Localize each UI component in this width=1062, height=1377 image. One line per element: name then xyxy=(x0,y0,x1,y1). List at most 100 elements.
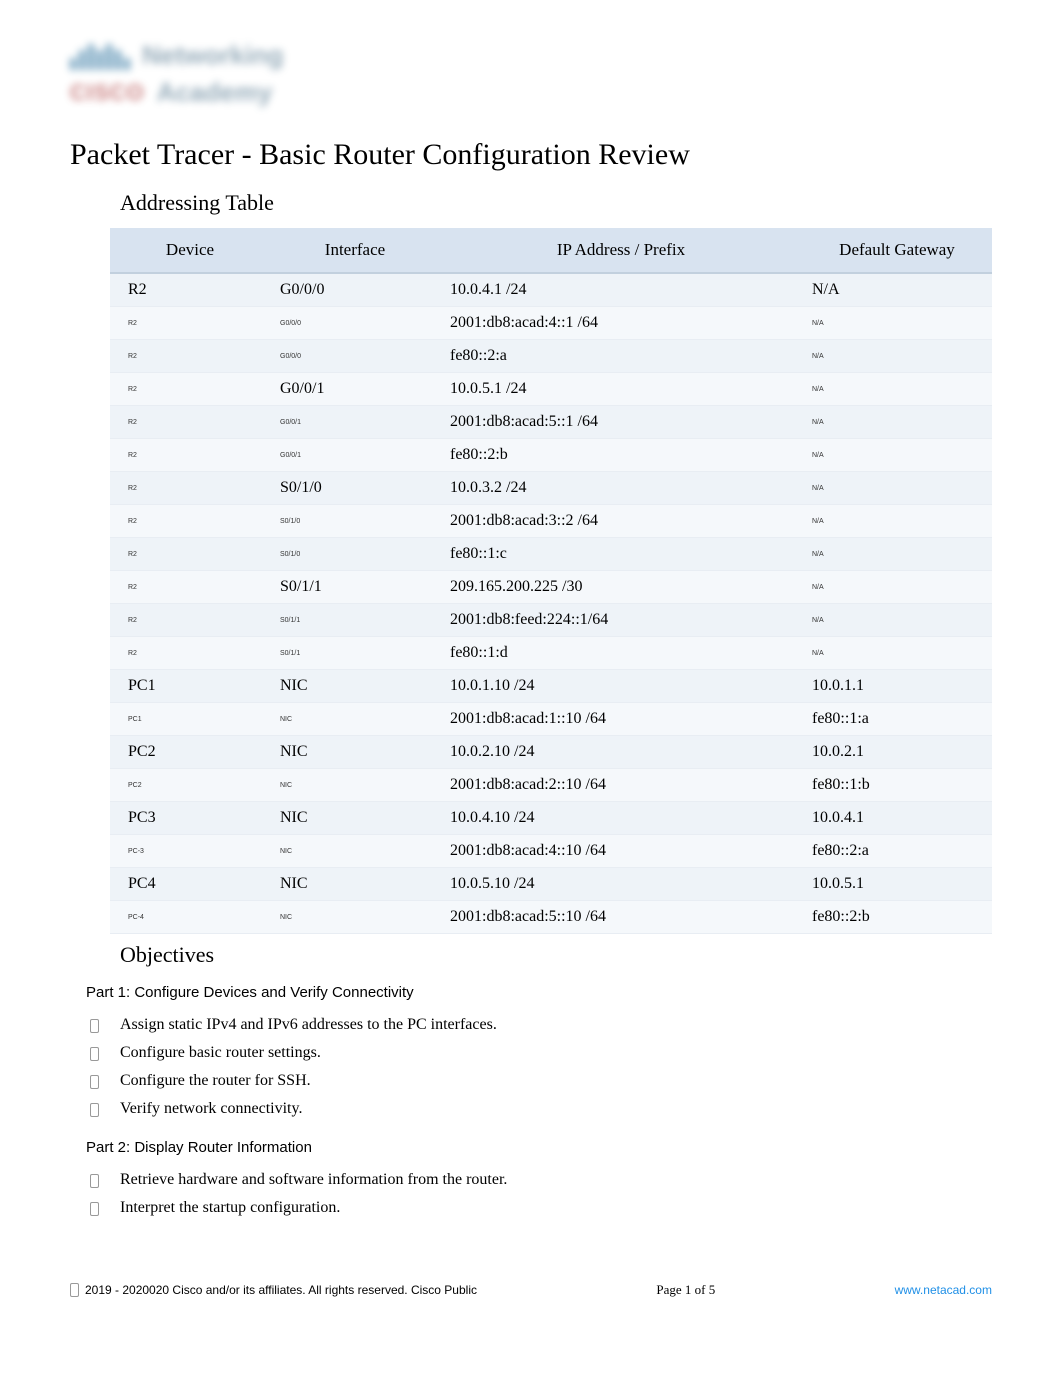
cell-gateway: 10.0.1.1 xyxy=(802,670,992,703)
cell-device: PC1 xyxy=(110,670,270,703)
cell-device: R2 xyxy=(110,538,270,571)
cell-ip: 10.0.1.10 /24 xyxy=(440,670,802,703)
table-row: R2S0/1/12001:db8:feed:224::1/64N/A xyxy=(110,604,992,637)
cell-gateway: fe80::2:b xyxy=(802,901,992,934)
footer: 2019 - 2020020 Cisco and/or its affiliat… xyxy=(70,1282,992,1298)
cell-interface: G0/0/1 xyxy=(270,373,440,406)
cell-ip: 10.0.5.1 /24 xyxy=(440,373,802,406)
part1-list: Assign static IPv4 and IPv6 addresses to… xyxy=(86,1011,992,1123)
cell-device: R2 xyxy=(110,472,270,505)
cell-device: PC4 xyxy=(110,868,270,901)
cell-interface: S0/1/0 xyxy=(270,505,440,538)
table-row: PC2NIC2001:db8:acad:2::10 /64fe80::1:b xyxy=(110,769,992,802)
cell-gateway: N/A xyxy=(802,307,992,340)
cell-gateway: 10.0.2.1 xyxy=(802,736,992,769)
cell-device: R2 xyxy=(110,373,270,406)
cell-device: R2 xyxy=(110,439,270,472)
cell-interface: G0/0/0 xyxy=(270,307,440,340)
cell-ip: 2001:db8:acad:5::10 /64 xyxy=(440,901,802,934)
cell-gateway: N/A xyxy=(802,406,992,439)
cell-interface: NIC xyxy=(270,769,440,802)
cell-device: R2 xyxy=(110,637,270,670)
heading-objectives: Objectives xyxy=(120,942,992,968)
cell-gateway: N/A xyxy=(802,472,992,505)
cell-ip: 2001:db8:acad:4::1 /64 xyxy=(440,307,802,340)
cell-ip: 10.0.4.1 /24 xyxy=(440,273,802,307)
cell-interface: G0/0/1 xyxy=(270,439,440,472)
cell-gateway: N/A xyxy=(802,505,992,538)
list-item: Verify network connectivity. xyxy=(86,1095,992,1123)
list-item: Retrieve hardware and software informati… xyxy=(86,1166,992,1194)
cell-device: R2 xyxy=(110,340,270,373)
cell-interface: S0/1/1 xyxy=(270,637,440,670)
table-row: PC3NIC10.0.4.10 /2410.0.4.1 xyxy=(110,802,992,835)
cell-interface: G0/0/0 xyxy=(270,340,440,373)
cell-gateway: N/A xyxy=(802,604,992,637)
list-item: Assign static IPv4 and IPv6 addresses to… xyxy=(86,1011,992,1039)
cell-interface: S0/1/1 xyxy=(270,571,440,604)
cell-device: R2 xyxy=(110,307,270,340)
cell-device: PC2 xyxy=(110,769,270,802)
cell-device: R2 xyxy=(110,505,270,538)
cell-gateway: fe80::1:b xyxy=(802,769,992,802)
cell-ip: 2001:db8:acad:1::10 /64 xyxy=(440,703,802,736)
cell-gateway: fe80::1:a xyxy=(802,703,992,736)
cell-ip: 2001:db8:acad:3::2 /64 xyxy=(440,505,802,538)
cell-ip: fe80::1:c xyxy=(440,538,802,571)
table-row: R2S0/1/1209.165.200.225 /30N/A xyxy=(110,571,992,604)
cell-ip: 2001:db8:acad:4::10 /64 xyxy=(440,835,802,868)
logo-word-3: Academy xyxy=(157,77,273,108)
cell-ip: 10.0.3.2 /24 xyxy=(440,472,802,505)
table-row: PC-3NIC2001:db8:acad:4::10 /64fe80::2:a xyxy=(110,835,992,868)
th-ip: IP Address / Prefix xyxy=(440,228,802,273)
table-header-row: Device Interface IP Address / Prefix Def… xyxy=(110,228,992,273)
heading-addressing-table: Addressing Table xyxy=(120,190,992,216)
table-row: PC4NIC10.0.5.10 /2410.0.5.1 xyxy=(110,868,992,901)
table-row: PC1NIC10.0.1.10 /2410.0.1.1 xyxy=(110,670,992,703)
cell-device: PC-4 xyxy=(110,901,270,934)
table-row: R2G0/0/0fe80::2:aN/A xyxy=(110,340,992,373)
cell-gateway: N/A xyxy=(802,571,992,604)
cell-ip: 209.165.200.225 /30 xyxy=(440,571,802,604)
cell-device: R2 xyxy=(110,273,270,307)
table-row: R2S0/1/1fe80::1:dN/A xyxy=(110,637,992,670)
th-interface: Interface xyxy=(270,228,440,273)
addressing-table: Device Interface IP Address / Prefix Def… xyxy=(110,228,992,934)
table-row: PC2NIC10.0.2.10 /2410.0.2.1 xyxy=(110,736,992,769)
cell-ip: 10.0.5.10 /24 xyxy=(440,868,802,901)
logo-word-2: CISCO xyxy=(70,80,145,106)
table-row: R2G0/0/110.0.5.1 /24N/A xyxy=(110,373,992,406)
th-device: Device xyxy=(110,228,270,273)
cell-ip: 10.0.4.10 /24 xyxy=(440,802,802,835)
cell-ip: 2001:db8:acad:5::1 /64 xyxy=(440,406,802,439)
cell-gateway: N/A xyxy=(802,439,992,472)
cell-interface: NIC xyxy=(270,901,440,934)
table-row: R2S0/1/02001:db8:acad:3::2 /64N/A xyxy=(110,505,992,538)
footer-url: www.netacad.com xyxy=(895,1283,992,1297)
table-row: R2G0/0/010.0.4.1 /24N/A xyxy=(110,273,992,307)
part2-list: Retrieve hardware and software informati… xyxy=(86,1166,992,1222)
table-row: R2S0/1/010.0.3.2 /24N/A xyxy=(110,472,992,505)
cell-interface: G0/0/0 xyxy=(270,273,440,307)
cell-ip: 10.0.2.10 /24 xyxy=(440,736,802,769)
cell-interface: NIC xyxy=(270,868,440,901)
footer-copyright: 2019 - 2020020 Cisco and/or its affiliat… xyxy=(85,1283,477,1297)
cell-interface: NIC xyxy=(270,703,440,736)
cell-device: PC2 xyxy=(110,736,270,769)
cell-gateway: N/A xyxy=(802,273,992,307)
cell-device: PC-3 xyxy=(110,835,270,868)
cell-interface: G0/0/1 xyxy=(270,406,440,439)
cell-gateway: N/A xyxy=(802,637,992,670)
cell-interface: NIC xyxy=(270,802,440,835)
cell-gateway: 10.0.4.1 xyxy=(802,802,992,835)
cell-interface: NIC xyxy=(270,670,440,703)
cell-device: PC3 xyxy=(110,802,270,835)
page-title: Packet Tracer - Basic Router Configurati… xyxy=(70,138,992,172)
table-row: R2G0/0/12001:db8:acad:5::1 /64N/A xyxy=(110,406,992,439)
table-row: PC-4NIC2001:db8:acad:5::10 /64fe80::2:b xyxy=(110,901,992,934)
cell-device: R2 xyxy=(110,406,270,439)
cell-interface: S0/1/0 xyxy=(270,472,440,505)
cell-ip: 2001:db8:feed:224::1/64 xyxy=(440,604,802,637)
cell-gateway: 10.0.5.1 xyxy=(802,868,992,901)
list-item: Configure the router for SSH. xyxy=(86,1067,992,1095)
